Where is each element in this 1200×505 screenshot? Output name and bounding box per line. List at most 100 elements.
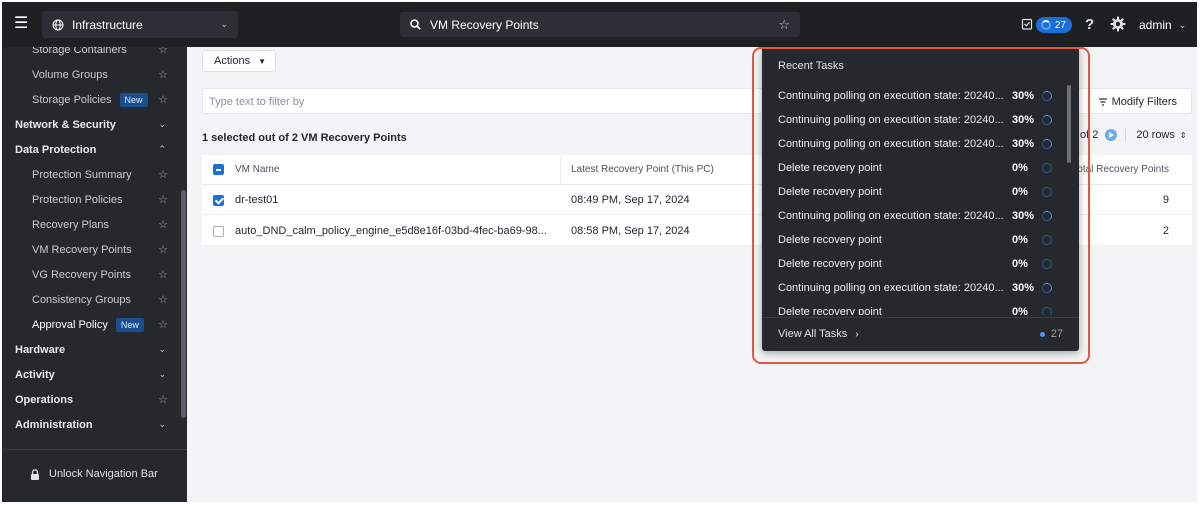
star-icon[interactable]: ☆	[158, 68, 168, 81]
lock-icon	[31, 468, 39, 480]
sidebar-item-volume-groups[interactable]: Volume Groups ☆	[2, 62, 178, 87]
star-icon[interactable]: ☆	[158, 318, 168, 331]
sidebar-item-approval-policy[interactable]: Approval Policy New ☆	[2, 312, 178, 337]
task-percent: 0%	[1012, 234, 1028, 246]
sidebar-item-protection-summary[interactable]: Protection Summary ☆	[2, 162, 178, 187]
star-icon[interactable]: ☆	[778, 17, 790, 33]
sidebar-section-label: Operations	[15, 393, 74, 406]
sidebar-item-vm-recovery-points[interactable]: VM Recovery Points ☆	[2, 237, 178, 262]
task-progress-icon	[1042, 283, 1052, 293]
star-icon[interactable]: ☆	[158, 168, 168, 181]
star-icon[interactable]: ☆	[158, 243, 168, 256]
star-icon[interactable]: ☆	[158, 268, 168, 281]
task-name: Continuing polling on execution state: 2…	[778, 114, 1004, 126]
column-header-total-recovery-points[interactable]: Total Recovery Points	[1072, 164, 1169, 175]
select-all-checkbox[interactable]	[213, 164, 224, 175]
sidebar-section-network-security[interactable]: Network & Security ⌄	[2, 112, 178, 137]
sidebar-item-storage-policies[interactable]: Storage Policies New ☆	[2, 87, 178, 112]
tasks-scrollbar[interactable]	[1067, 85, 1071, 163]
running-dot-icon	[1039, 331, 1045, 337]
user-menu[interactable]: admin ⌄	[1139, 18, 1186, 32]
task-item[interactable]: Delete recovery point 0%	[762, 157, 1062, 181]
task-progress-icon	[1042, 91, 1052, 101]
star-icon[interactable]: ☆	[158, 93, 168, 106]
search-value: VM Recovery Points	[430, 17, 539, 32]
vm-name-cell[interactable]: auto_DND_calm_policy_engine_e5d8e16f-03b…	[235, 225, 547, 237]
task-item[interactable]: Delete recovery point 0%	[762, 181, 1062, 205]
chevron-down-icon: ⌄	[158, 344, 166, 354]
sidebar-item-label: Approval Policy	[32, 318, 108, 331]
sidebar-section-label: Hardware	[15, 343, 66, 356]
sidebar-section-operations[interactable]: Operations ☆	[2, 387, 178, 412]
rows-per-page-select[interactable]: 20 rows ⇕	[1136, 129, 1186, 141]
task-name: Continuing polling on execution state: 2…	[778, 90, 1004, 102]
vm-name-cell[interactable]: dr-test01	[235, 194, 278, 206]
column-header-latest-recovery-point[interactable]: Latest Recovery Point (This PC)	[571, 164, 714, 175]
star-icon[interactable]: ☆	[158, 193, 168, 206]
row-checkbox[interactable]	[213, 195, 224, 206]
task-percent: 0%	[1012, 258, 1028, 270]
gear-icon[interactable]	[1110, 16, 1126, 32]
column-header-vm-name[interactable]: VM Name	[235, 164, 279, 175]
task-count: 27	[1054, 19, 1066, 31]
sidebar-item-label: Consistency Groups	[32, 293, 132, 306]
task-name: Delete recovery point	[778, 162, 882, 174]
new-badge: New	[115, 317, 144, 332]
star-icon[interactable]: ☆	[158, 293, 168, 306]
sidebar-item-label: Storage Policies	[32, 93, 112, 106]
sidebar-item-consistency-groups[interactable]: Consistency Groups ☆	[2, 287, 178, 312]
task-count-badge[interactable]: 27	[1036, 17, 1072, 33]
actions-dropdown[interactable]: Actions ▼	[202, 50, 276, 72]
sidebar: Storage Containers ☆ Volume Groups ☆ Sto…	[2, 47, 187, 502]
row-checkbox[interactable]	[213, 226, 224, 237]
task-item[interactable]: Continuing polling on execution state: 2…	[762, 205, 1062, 229]
modify-filters-button[interactable]: Modify Filters	[1098, 96, 1177, 108]
sidebar-scrollbar[interactable]	[181, 190, 186, 418]
sidebar-item-label: Protection Policies	[32, 193, 123, 206]
hamburger-menu-icon[interactable]: ☰	[14, 16, 30, 32]
task-item[interactable]: Continuing polling on execution state: 2…	[762, 109, 1062, 133]
task-name: Delete recovery point	[778, 186, 882, 198]
sidebar-section-hardware[interactable]: Hardware ⌄	[2, 337, 178, 362]
chevron-down-icon: ▼	[258, 56, 266, 66]
app-switcher-dropdown[interactable]: Infrastructure ⌄	[42, 11, 238, 38]
sidebar-item-protection-policies[interactable]: Protection Policies ☆	[2, 187, 178, 212]
unlock-navigation-button[interactable]: Unlock Navigation Bar	[30, 468, 158, 480]
sidebar-section-label: Administration	[15, 418, 93, 431]
next-page-icon[interactable]	[1105, 128, 1118, 141]
task-item[interactable]: Delete recovery point 0%	[762, 301, 1062, 315]
column-divider[interactable]	[560, 157, 561, 183]
task-percent: 30%	[1012, 114, 1035, 126]
task-name: Delete recovery point	[778, 258, 882, 270]
pager-divider	[1125, 128, 1127, 141]
task-progress-icon	[1042, 139, 1052, 149]
chevron-up-icon: ⌃	[158, 144, 166, 154]
sidebar-item-vg-recovery-points[interactable]: VG Recovery Points ☆	[2, 262, 178, 287]
task-name: Continuing polling on execution state: 2…	[778, 138, 1004, 150]
modify-filters-label: Modify Filters	[1111, 96, 1177, 108]
tasks-count-value: 27	[1050, 328, 1063, 340]
tasks-icon[interactable]	[1021, 18, 1033, 30]
sidebar-section-activity[interactable]: Activity ⌄	[2, 362, 178, 387]
star-icon[interactable]: ☆	[158, 218, 168, 231]
task-item[interactable]: Delete recovery point 0%	[762, 229, 1062, 253]
filter-input[interactable]	[209, 93, 709, 110]
task-item[interactable]: Continuing polling on execution state: 2…	[762, 133, 1062, 157]
help-icon[interactable]: ?	[1085, 16, 1094, 33]
sidebar-section-administration[interactable]: Administration ⌄	[2, 412, 178, 437]
tasks-count: 27	[1039, 328, 1063, 340]
task-name: Continuing polling on execution state: 2…	[778, 210, 1004, 222]
sidebar-item-storage-containers[interactable]: Storage Containers ☆	[2, 47, 178, 62]
task-item[interactable]: Continuing polling on execution state: 2…	[762, 85, 1062, 109]
star-icon[interactable]: ☆	[158, 47, 168, 56]
star-icon[interactable]: ☆	[158, 393, 168, 406]
recent-tasks-list: Continuing polling on execution state: 2…	[762, 85, 1062, 315]
view-all-tasks-label: View All Tasks	[778, 328, 848, 340]
sidebar-item-recovery-plans[interactable]: Recovery Plans ☆	[2, 212, 178, 237]
view-all-tasks-link[interactable]: View All Tasks ›	[778, 328, 859, 340]
task-item[interactable]: Continuing polling on execution state: 2…	[762, 277, 1062, 301]
global-search-input[interactable]: VM Recovery Points ☆	[400, 12, 800, 37]
sidebar-section-data-protection[interactable]: Data Protection ⌃	[2, 137, 178, 162]
task-item[interactable]: Delete recovery point 0%	[762, 253, 1062, 277]
unlock-navigation-label: Unlock Navigation Bar	[49, 468, 158, 480]
